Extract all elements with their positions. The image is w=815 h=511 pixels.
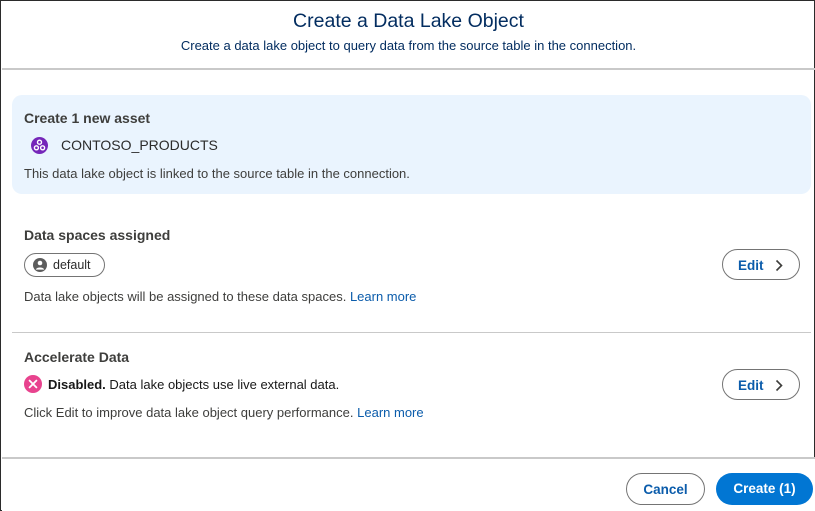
accelerate-description: Click Edit to improve data lake object q… <box>24 405 424 420</box>
data-spaces-edit-button[interactable]: Edit <box>722 249 800 280</box>
create-button[interactable]: Create (1) <box>716 473 813 505</box>
data-space-label: default <box>53 258 91 272</box>
data-space-pill: default <box>24 253 105 277</box>
create-button-label: Create (1) <box>733 481 796 496</box>
modal-footer: Cancel Create (1) <box>2 457 815 511</box>
modal-dialog: Create a Data Lake Object Create a data … <box>0 0 815 511</box>
asset-description: This data lake object is linked to the s… <box>24 166 410 181</box>
asset-name: CONTOSO_PRODUCTS <box>61 137 218 153</box>
modal-header: Create a Data Lake Object Create a data … <box>2 2 815 70</box>
accelerate-learn-more-link[interactable]: Learn more <box>357 405 423 420</box>
disabled-icon <box>24 375 42 393</box>
data-spaces-description: Data lake objects will be assigned to th… <box>24 289 416 304</box>
chevron-right-icon <box>775 379 783 397</box>
data-spaces-heading: Data spaces assigned <box>24 227 171 243</box>
cancel-button-label: Cancel <box>643 482 688 497</box>
edit-button-label: Edit <box>738 258 764 273</box>
data-spaces-description-text: Data lake objects will be assigned to th… <box>24 289 347 304</box>
data-lake-object-icon <box>31 137 48 154</box>
modal-subtitle: Create a data lake object to query data … <box>180 38 637 53</box>
accelerate-status: Disabled. Data lake objects use live ext… <box>48 377 339 392</box>
accelerate-edit-button[interactable]: Edit <box>722 369 800 400</box>
chevron-right-icon <box>775 259 783 277</box>
cancel-button[interactable]: Cancel <box>626 473 705 505</box>
accelerate-heading: Accelerate Data <box>24 349 130 365</box>
modal-title: Create a Data Lake Object <box>293 10 524 32</box>
data-spaces-learn-more-link[interactable]: Learn more <box>350 289 416 304</box>
new-asset-heading: Create 1 new asset <box>24 110 151 126</box>
section-divider <box>12 332 811 333</box>
edit-button-label: Edit <box>738 378 764 393</box>
accelerate-description-text: Click Edit to improve data lake object q… <box>24 405 354 420</box>
accelerate-status-label: Disabled. <box>48 377 106 392</box>
new-asset-panel: Create 1 new asset CONTOSO_PRODUCTS This… <box>12 95 811 194</box>
data-space-icon <box>33 258 47 272</box>
accelerate-status-text: Data lake objects use live external data… <box>109 377 340 392</box>
